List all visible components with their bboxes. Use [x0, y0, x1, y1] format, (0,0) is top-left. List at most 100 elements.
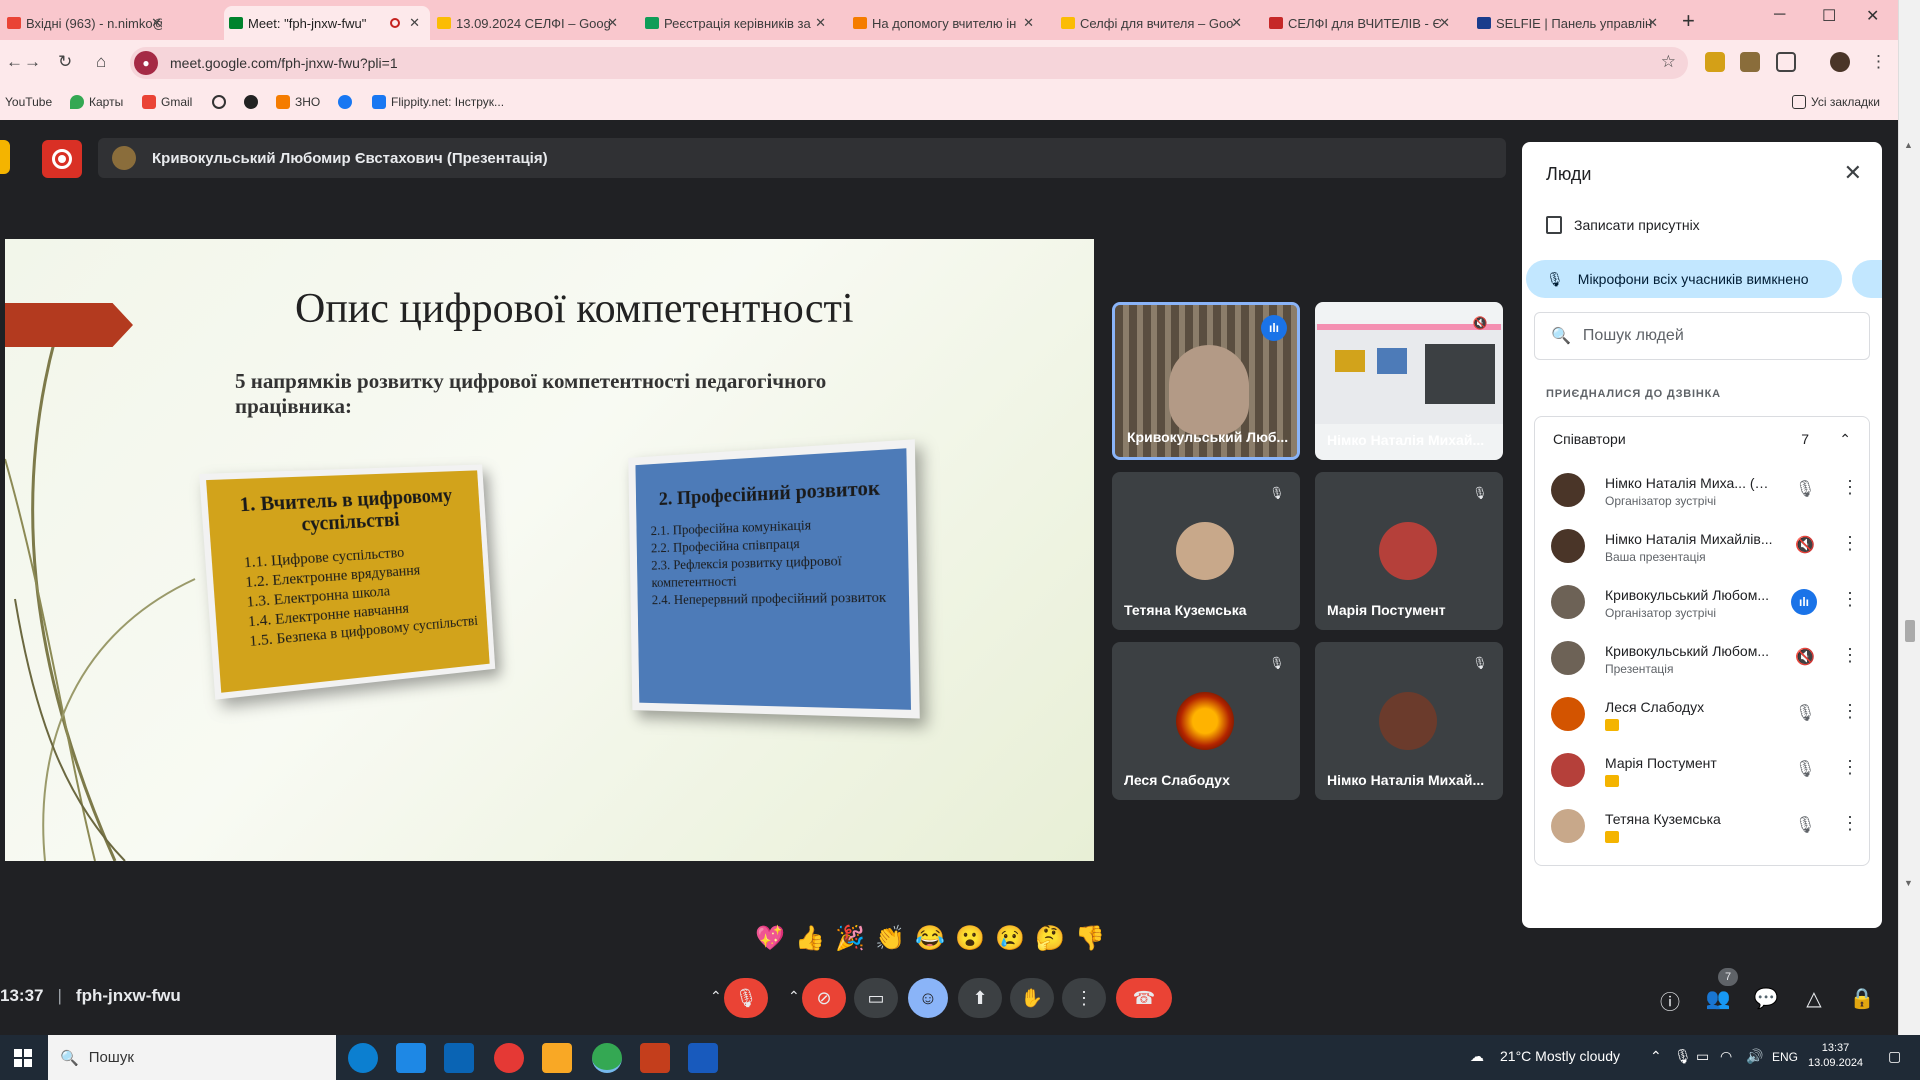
mic-off-icon[interactable]: 🎙	[1795, 815, 1815, 835]
reaction-thinking[interactable]: 🤔	[1035, 924, 1065, 953]
maximize-icon[interactable]: ☐	[1822, 6, 1836, 26]
tab-drive-teacher[interactable]: Селфі для вчителя – Goo ✕	[1056, 6, 1252, 40]
wifi-icon[interactable]: ◠	[1720, 1048, 1732, 1065]
scrollbar-thumb[interactable]	[1905, 620, 1915, 642]
reaction-thumbs-up[interactable]: 👍	[795, 924, 825, 953]
notifications-icon[interactable]: ▢	[1888, 1048, 1901, 1065]
add-people-button[interactable]	[1852, 260, 1882, 298]
bookmark-chrome[interactable]	[244, 95, 258, 109]
reaction-party-popper[interactable]: 🎉	[835, 924, 865, 953]
more-vert-icon[interactable]: ⋮	[1841, 477, 1859, 498]
more-vert-icon[interactable]: ⋮	[1841, 645, 1859, 666]
file-explorer-icon[interactable]	[542, 1043, 572, 1073]
network-icon[interactable]: ▭	[1696, 1048, 1709, 1065]
scroll-down-icon[interactable]: ▼	[1904, 878, 1913, 888]
reload-icon[interactable]: ↻	[58, 52, 72, 72]
profile-avatar[interactable]	[1830, 52, 1850, 72]
tab-sheets-registration[interactable]: Реєстрація керівників за ✕	[640, 6, 836, 40]
reaction-clapping[interactable]: 👏	[875, 924, 905, 953]
taskbar-search[interactable]: 🔍 Пошук	[48, 1035, 336, 1080]
word-icon[interactable]	[688, 1043, 718, 1073]
mic-off-icon[interactable]: 🎙	[1795, 703, 1815, 723]
participant-tile[interactable]: 🎙 Тетяна Куземська	[1112, 472, 1300, 630]
close-tab-icon[interactable]: ✕	[1647, 15, 1658, 31]
chrome-icon[interactable]	[592, 1043, 622, 1073]
more-vert-icon[interactable]: ⋮	[1841, 533, 1859, 554]
stop-recording-button[interactable]	[42, 140, 82, 178]
participant-tile[interactable]: ılı Кривокульський Люб...	[1112, 302, 1300, 460]
microphone-in-use-icon[interactable]: ●	[134, 51, 158, 75]
close-panel-icon[interactable]: ✕	[1844, 160, 1862, 186]
mute-all-button[interactable]: 🎙 Мікрофони всіх учасників вимкнено	[1526, 260, 1842, 298]
microphone-toggle-button[interactable]: 🎙	[724, 978, 768, 1018]
bookmark-facebook[interactable]	[338, 95, 352, 109]
edge-icon[interactable]	[348, 1043, 378, 1073]
bookmark-zno[interactable]: ЗНО	[276, 95, 320, 109]
page-scrollbar[interactable]: ▲ ▼	[1898, 0, 1920, 1035]
people-icon[interactable]: 👥	[1704, 986, 1732, 1011]
tab-gmail[interactable]: Вхідні (963) - n.nimko@ip ✕	[2, 6, 172, 40]
reaction-thumbs-down[interactable]: 👎	[1075, 924, 1105, 953]
search-people-input[interactable]: 🔍 Пошук людей	[1534, 312, 1870, 360]
participant-tile[interactable]: 🔇 Німко Наталія Михай...	[1315, 302, 1503, 460]
tab-blogger[interactable]: На допомогу вчителю ін ✕	[848, 6, 1044, 40]
reaction-surprised[interactable]: 😮	[955, 924, 985, 953]
home-icon[interactable]: ⌂	[96, 52, 106, 72]
taskbar-clock[interactable]: 13:37 13.09.2024	[1808, 1041, 1863, 1071]
extensions-puzzle-icon[interactable]	[1776, 52, 1796, 72]
reaction-sparkling-heart[interactable]: 💖	[755, 924, 785, 953]
back-icon[interactable]: ←	[6, 52, 23, 72]
activities-icon[interactable]: △	[1800, 986, 1828, 1011]
camera-toggle-button[interactable]: ⊘	[802, 978, 846, 1018]
present-screen-button[interactable]: ⬆	[958, 978, 1002, 1018]
all-bookmarks[interactable]: Усі закладки	[1792, 95, 1880, 109]
powerpoint-icon[interactable]	[640, 1043, 670, 1073]
muted-present-icon[interactable]: 🔇	[1795, 647, 1815, 667]
volume-icon[interactable]: 🔊	[1746, 1048, 1763, 1065]
more-options-button[interactable]: ⋮	[1062, 978, 1106, 1018]
meeting-details-icon[interactable]: ⓘ	[1656, 986, 1684, 1015]
close-tab-icon[interactable]: ✕	[1231, 15, 1242, 31]
address-bar[interactable]: ● meet.google.com/fph-jnxw-fwu?pli=1 ☆	[130, 47, 1688, 79]
weather-text[interactable]: 21°C Mostly cloudy	[1500, 1048, 1620, 1064]
close-tab-icon[interactable]: ✕	[1023, 15, 1034, 31]
reaction-crying[interactable]: 😢	[995, 924, 1025, 953]
captions-button[interactable]: ▭	[854, 978, 898, 1018]
participant-tile[interactable]: 🎙 Німко Наталія Михай...	[1315, 642, 1503, 800]
leave-call-button[interactable]: ☎	[1116, 978, 1172, 1018]
reaction-laughing[interactable]: 😂	[915, 924, 945, 953]
more-vert-icon[interactable]: ⋮	[1841, 589, 1859, 610]
weather-icon[interactable]: ☁	[1470, 1048, 1484, 1065]
new-tab-button[interactable]: +	[1682, 8, 1695, 34]
windows-start-icon[interactable]	[14, 1049, 32, 1067]
bookmark-maps[interactable]: Карты	[70, 95, 123, 109]
opera-icon[interactable]	[494, 1043, 524, 1073]
participant-tile[interactable]: 🎙 Марія Постумент	[1315, 472, 1503, 630]
tray-mic-icon[interactable]: 🎙	[1674, 1048, 1692, 1065]
tab-selfie-dashboard[interactable]: SELFIE | Панель управлін ✕	[1472, 6, 1668, 40]
bookmark-gmail[interactable]: Gmail	[142, 95, 192, 109]
extension-icon[interactable]	[1740, 52, 1760, 72]
extension-icon[interactable]	[1705, 52, 1725, 72]
bookmark-history[interactable]	[212, 95, 226, 109]
scroll-up-icon[interactable]: ▲	[1904, 140, 1913, 150]
more-vert-icon[interactable]: ⋮	[1841, 701, 1859, 722]
collapse-chevron-icon[interactable]: ⌃	[1839, 431, 1851, 448]
mic-off-icon[interactable]: 🎙	[1795, 759, 1815, 779]
chat-icon[interactable]: 💬	[1752, 986, 1780, 1011]
tray-chevron-icon[interactable]: ⌃	[1650, 1048, 1662, 1065]
bookmark-youtube[interactable]: YouTube	[0, 95, 52, 109]
close-tab-icon[interactable]: ✕	[607, 15, 618, 31]
more-vert-icon[interactable]: ⋮	[1841, 757, 1859, 778]
take-attendance-button[interactable]: Записати присутніх	[1546, 216, 1700, 234]
muted-present-icon[interactable]: 🔇	[1795, 535, 1815, 555]
tab-drive-selfie[interactable]: 13.09.2024 СЕЛФІ – Goog ✕	[432, 6, 628, 40]
language-indicator[interactable]: ENG	[1772, 1050, 1798, 1064]
participant-tile[interactable]: 🎙 Леся Слабодух	[1112, 642, 1300, 800]
audio-options-chevron-icon[interactable]: ⌃	[710, 988, 722, 1005]
presenting-indicator-icon[interactable]	[0, 140, 10, 174]
bookmark-star-icon[interactable]: ☆	[1661, 52, 1676, 72]
raise-hand-button[interactable]: ✋	[1010, 978, 1054, 1018]
window-close-icon[interactable]: ✕	[1866, 6, 1879, 26]
mic-off-icon[interactable]: 🎙	[1795, 479, 1815, 499]
